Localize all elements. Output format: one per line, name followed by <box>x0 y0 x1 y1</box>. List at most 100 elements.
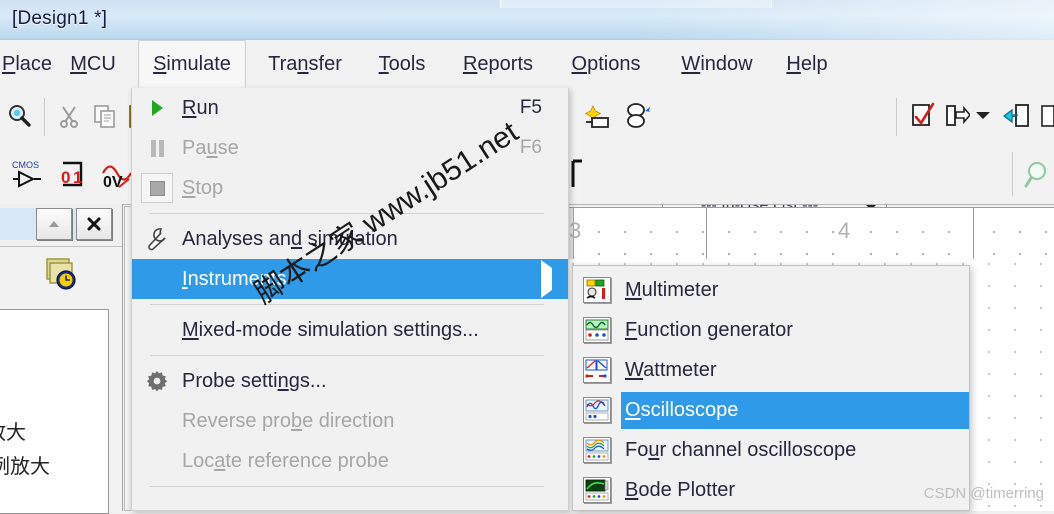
submenu-item-label: Four channel oscilloscope <box>625 438 857 461</box>
zoom-area-icon[interactable] <box>2 99 36 133</box>
submenu-item-label: Bode Plotter <box>625 478 736 501</box>
menu-help[interactable]: Help <box>776 40 838 88</box>
menu-reports[interactable]: Reports <box>448 40 548 88</box>
grid-dot <box>1014 351 1016 353</box>
export-icon[interactable] <box>942 98 972 134</box>
grid-dot <box>1014 373 1016 375</box>
submenu-item-multimeter[interactable]: Multimeter <box>573 270 969 310</box>
submenu-item-label: Multimeter <box>625 278 719 301</box>
menu-item-accelerator: F5 <box>519 97 542 118</box>
grid-dot <box>988 505 990 507</box>
grid-dot <box>1040 307 1042 309</box>
menu-item-icon-slot <box>132 310 182 350</box>
back-annotate-icon[interactable] <box>1000 98 1032 134</box>
menu-item-label: Mixed-mode simulation settings... <box>182 318 479 341</box>
grid-dot <box>988 351 990 353</box>
submenu-item-function-generator[interactable]: Function generator <box>573 310 969 350</box>
menu-item-label: Probe settings... <box>182 369 327 392</box>
replace-component-icon[interactable] <box>620 98 656 134</box>
grid-dot <box>1040 505 1042 507</box>
grid-dot <box>1014 307 1016 309</box>
grid-dot <box>1014 439 1016 441</box>
left-dock-panel: 放大 比例放大 <box>0 204 123 514</box>
grid-dot <box>988 329 990 331</box>
menu-window[interactable]: Window <box>664 40 770 88</box>
magnifier-icon[interactable] <box>1022 156 1054 192</box>
menu-item-probe-settings[interactable]: Probe settings... <box>132 361 568 401</box>
grid-dot <box>1040 439 1042 441</box>
submenu-item-bode-plotter[interactable]: Bode Plotter <box>573 470 969 510</box>
menu-item-reverse-probe-direction[interactable]: Reverse probe direction <box>132 401 568 441</box>
svg-text:CMOS: CMOS <box>12 160 39 170</box>
submenu-item-wattmeter[interactable]: Wattmeter <box>573 350 969 390</box>
function-generator-icon <box>573 317 621 343</box>
menu-item-pause[interactable]: Pause F6 <box>132 128 568 168</box>
menu-item-label: Stop <box>182 176 224 199</box>
menu-item-icon-slot <box>132 401 182 441</box>
oscilloscope-icon <box>573 397 621 423</box>
toolbar-overflow-icon[interactable] <box>1038 98 1054 134</box>
menu-tools[interactable]: Tools <box>364 40 440 88</box>
menu-bar: Place MCU Simulate Transfer Tools Report… <box>0 40 1054 89</box>
horizontal-ruler: 3 4 <box>563 207 1054 261</box>
menu-simulate[interactable]: Simulate <box>138 40 246 88</box>
menu-item-locate-reference-probe[interactable]: Locate reference probe <box>132 441 568 481</box>
toolbar-grip-icon <box>568 154 586 194</box>
pause-icon <box>132 128 182 168</box>
ruler-tick <box>706 208 707 260</box>
menu-item-icon-slot <box>132 259 182 299</box>
grid-dot <box>988 285 990 287</box>
grid-dot <box>1040 285 1042 287</box>
collapse-up-icon[interactable] <box>36 208 72 240</box>
menu-item-accelerator: F6 <box>519 137 542 158</box>
application-window: [Design1 *] Place MCU Simulate Transfer … <box>0 0 1054 514</box>
grid-dot <box>988 417 990 419</box>
menu-transfer[interactable]: Transfer <box>252 40 358 88</box>
menu-item-stop[interactable]: Stop <box>132 168 568 208</box>
menu-item-label: Reverse probe direction <box>182 409 395 432</box>
cut-icon[interactable] <box>52 99 86 133</box>
menu-options[interactable]: Options <box>554 40 658 88</box>
digital-source-icon[interactable]: 0 1 <box>52 154 94 194</box>
grid-dot <box>1014 417 1016 419</box>
svg-text:1: 1 <box>73 168 82 187</box>
ruler-tick <box>973 208 974 260</box>
author-watermark: CSDN @timerring <box>923 485 1044 502</box>
grid-dot <box>988 263 990 265</box>
submenu-item-oscilloscope[interactable]: Oscilloscope <box>573 390 969 430</box>
menu-item-label: Run <box>182 96 219 119</box>
bode-plotter-icon <box>573 477 621 503</box>
submenu-item-four-channel-oscilloscope[interactable]: Four channel oscilloscope <box>573 430 969 470</box>
history-icon[interactable] <box>42 255 86 295</box>
svg-text:0V: 0V <box>103 174 123 191</box>
menu-item-analyses-and-simulation[interactable]: Analyses and simulation <box>132 219 568 259</box>
left-panel-list[interactable]: 放大 比例放大 <box>0 309 109 514</box>
grid-dot <box>988 373 990 375</box>
left-panel-text-2: 比例放大 <box>0 456 50 478</box>
grid-dot <box>1040 351 1042 353</box>
check-mark-icon[interactable] <box>906 98 940 134</box>
gear-icon <box>132 361 182 401</box>
chevron-down-icon-toolbar[interactable] <box>972 102 994 128</box>
menu-item-mixed-mode-simulation-settings[interactable]: Mixed-mode simulation settings... <box>132 310 568 350</box>
menu-separator <box>150 486 544 487</box>
grid-dot <box>1014 263 1016 265</box>
menu-item-run[interactable]: Run F5 <box>132 88 568 128</box>
menu-item-icon-slot <box>132 441 182 481</box>
menu-item-instruments[interactable]: Instruments <box>132 259 568 299</box>
cmos-icon[interactable]: CMOS <box>6 154 48 194</box>
submenu-item-label: Wattmeter <box>625 358 717 381</box>
grid-dot <box>1040 263 1042 265</box>
title-bar: [Design1 *] <box>0 0 1054 41</box>
four-channel-oscilloscope-icon <box>573 437 621 463</box>
menu-item-label: Locate reference probe <box>182 449 389 472</box>
stop-icon <box>132 168 182 208</box>
menu-mcu[interactable]: MCU <box>62 40 124 88</box>
close-icon[interactable] <box>76 208 112 240</box>
menu-separator <box>150 355 544 356</box>
wrench-icon <box>132 219 182 259</box>
copy-icon[interactable] <box>88 99 122 133</box>
menu-place[interactable]: Place <box>0 40 54 88</box>
place-new-component-icon[interactable] <box>580 98 616 134</box>
grid-dot <box>1040 417 1042 419</box>
